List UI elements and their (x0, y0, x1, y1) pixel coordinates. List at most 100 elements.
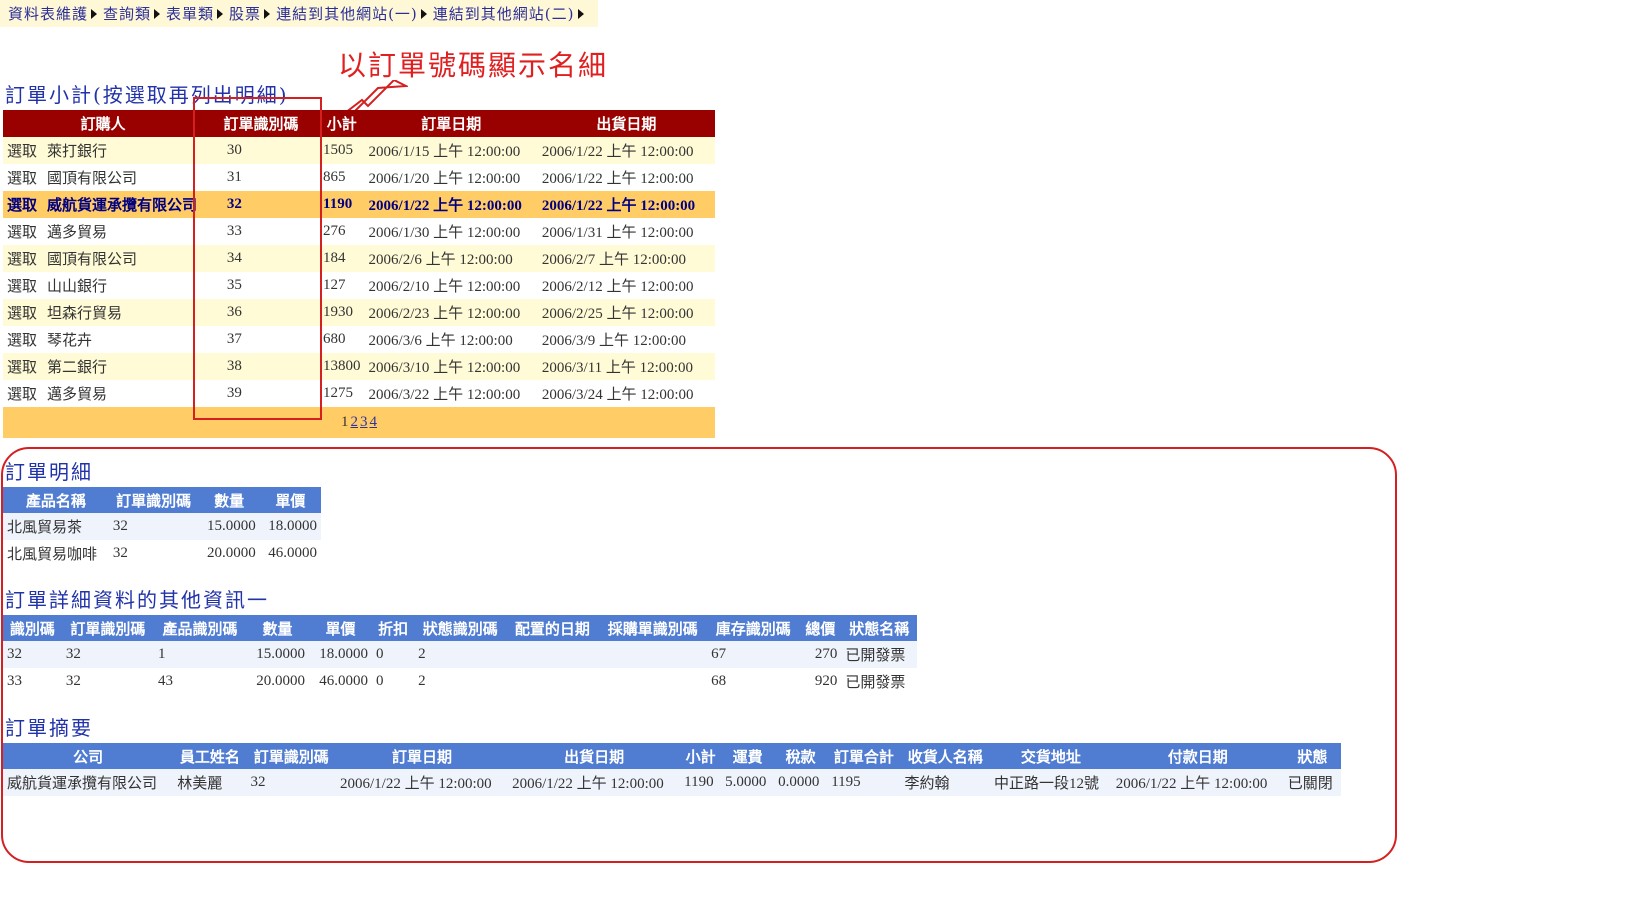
select-link[interactable]: 選取 (7, 144, 37, 160)
order-date-cell: 2006/2/23 上午 12:00:00 (364, 299, 538, 326)
order-date-cell: 2006/3/22 上午 12:00:00 (364, 380, 538, 407)
ship-date-cell: 2006/2/25 上午 12:00:00 (537, 299, 715, 326)
menu-item-label: 資料表維護 (8, 5, 89, 23)
subtotal-cell: 276 (319, 218, 365, 245)
column-header: 小計 (319, 110, 365, 137)
subtotal-cell: 680 (319, 326, 365, 353)
select-link[interactable]: 選取 (7, 225, 37, 241)
annotation-text: 以訂單號碼顯示名細 (338, 49, 609, 82)
top-menu: 資料表維護 查詢類 表單類 股票 連結到其他網站(一) 連結到其他網站(二) (0, 0, 598, 27)
menu-item-label: 股票 (229, 5, 262, 23)
customer-cell: 選取 琴花卉 (3, 326, 203, 353)
menu-item[interactable]: 表單類 (166, 3, 224, 24)
customer-cell: 選取 山山銀行 (3, 272, 203, 299)
annotation-details-box (1, 447, 1397, 863)
ship-date-cell: 2006/1/22 上午 12:00:00 (537, 137, 715, 164)
pager-current: 1 (341, 414, 349, 430)
ship-date-cell: 2006/1/31 上午 12:00:00 (537, 218, 715, 245)
ship-date-cell: 2006/2/12 上午 12:00:00 (537, 272, 715, 299)
subtotal-cell: 13800 (319, 353, 365, 380)
select-link[interactable]: 選取 (7, 252, 37, 268)
menu-item-label: 連結到其他網站(一) (276, 5, 418, 23)
annotation-id-column-box (193, 97, 322, 420)
select-link[interactable]: 選取 (7, 198, 37, 214)
customer-name: 國頂有限公司 (47, 171, 138, 187)
ship-date-cell: 2006/3/9 上午 12:00:00 (537, 326, 715, 353)
customer-cell: 選取 邁多貿易 (3, 218, 203, 245)
menu-item-label: 連結到其他網站(二) (432, 5, 575, 23)
menu-item[interactable]: 連結到其他網站(一) (276, 3, 427, 24)
customer-name: 坦森行貿易 (47, 306, 123, 322)
menu-arrow-icon (264, 8, 271, 19)
order-date-cell: 2006/3/6 上午 12:00:00 (364, 326, 538, 353)
customer-name: 山山銀行 (47, 279, 108, 295)
customer-cell: 選取 萊打銀行 (3, 137, 203, 164)
menu-item[interactable]: 查詢類 (103, 3, 161, 24)
subtotal-cell: 1930 (319, 299, 365, 326)
order-date-cell: 2006/1/15 上午 12:00:00 (364, 137, 538, 164)
menu-item[interactable]: 連結到其他網站(二) (433, 3, 584, 24)
table-row: 選取 威航貨運承攬有限公司 32 1190 2006/1/22 上午 12:00:00 2… (3, 191, 715, 218)
select-link[interactable]: 選取 (7, 360, 37, 376)
subtotal-cell: 865 (319, 164, 365, 191)
order-date-cell: 2006/2/10 上午 12:00:00 (364, 272, 538, 299)
ship-date-cell: 2006/3/11 上午 12:00:00 (537, 353, 715, 380)
menu-item[interactable]: 股票 (229, 3, 271, 24)
customer-cell: 選取 第二銀行 (3, 353, 203, 380)
subtotal-cell: 1505 (319, 137, 365, 164)
select-link[interactable]: 選取 (7, 333, 37, 349)
select-link[interactable]: 選取 (7, 387, 37, 403)
table-row: 選取 第二銀行 38 13800 2006/3/10 上午 12:00:00 2006/3… (3, 353, 715, 380)
pager-link[interactable]: 4 (370, 414, 378, 430)
customer-name: 琴花卉 (47, 333, 93, 349)
ship-date-cell: 2006/3/24 上午 12:00:00 (537, 380, 715, 407)
menu-arrow-icon (420, 8, 427, 19)
customer-cell: 選取 國頂有限公司 (3, 245, 203, 272)
customer-cell: 選取 邁多貿易 (3, 380, 203, 407)
menu-item[interactable]: 資料表維護 (8, 3, 98, 24)
column-header: 出貨日期 (537, 110, 715, 137)
ship-date-cell: 2006/1/22 上午 12:00:00 (537, 191, 715, 218)
table-row: 選取 山山銀行 35 127 2006/2/10 上午 12:00:00 2006/2/1… (3, 272, 715, 299)
customer-name: 邁多貿易 (47, 225, 108, 241)
menu-item-label: 表單類 (166, 5, 215, 23)
subtotal-cell: 1190 (319, 191, 365, 218)
menu-arrow-icon (217, 8, 224, 19)
ship-date-cell: 2006/1/22 上午 12:00:00 (537, 164, 715, 191)
customer-cell: 選取 威航貨運承攬有限公司 (3, 191, 203, 218)
select-link[interactable]: 選取 (7, 171, 37, 187)
menu-arrow-icon (154, 8, 161, 19)
subtotal-cell: 1275 (319, 380, 365, 407)
customer-name: 國頂有限公司 (47, 252, 138, 268)
customer-cell: 選取 坦森行貿易 (3, 299, 203, 326)
customer-cell: 選取 國頂有限公司 (3, 164, 203, 191)
pager-link[interactable]: 2 (351, 414, 359, 430)
subtotal-cell: 184 (319, 245, 365, 272)
table-row: 選取 國頂有限公司 31 865 2006/1/20 上午 12:00:00 2006/1… (3, 164, 715, 191)
order-date-cell: 2006/2/6 上午 12:00:00 (364, 245, 538, 272)
select-link[interactable]: 選取 (7, 279, 37, 295)
table-row: 選取 琴花卉 37 680 2006/3/6 上午 12:00:00 2006/3/9 上… (3, 326, 715, 353)
menu-item-label: 查詢類 (103, 5, 152, 23)
customer-name: 萊打銀行 (47, 144, 108, 160)
order-date-cell: 2006/1/30 上午 12:00:00 (364, 218, 538, 245)
order-date-cell: 2006/3/10 上午 12:00:00 (364, 353, 538, 380)
order-date-cell: 2006/1/20 上午 12:00:00 (364, 164, 538, 191)
order-date-cell: 2006/1/22 上午 12:00:00 (364, 191, 538, 218)
subtotal-cell: 127 (319, 272, 365, 299)
customer-name: 威航貨運承攬有限公司 (47, 198, 198, 214)
table-row: 選取 萊打銀行 30 1505 2006/1/15 上午 12:00:00 2006/1/… (3, 137, 715, 164)
pager-link[interactable]: 3 (360, 414, 368, 430)
table-row: 選取 邁多貿易 33 276 2006/1/30 上午 12:00:00 2006/1/3… (3, 218, 715, 245)
orders-table: 訂購人 訂單識別碼 小計 訂單日期 出貨日期 選取 萊打銀行 30 1505 2006/1/15… (3, 110, 715, 438)
select-link[interactable]: 選取 (7, 306, 37, 322)
table-row: 選取 國頂有限公司 34 184 2006/2/6 上午 12:00:00 2006/2/… (3, 245, 715, 272)
ship-date-cell: 2006/2/7 上午 12:00:00 (537, 245, 715, 272)
table-row: 選取 邁多貿易 39 1275 2006/3/22 上午 12:00:00 2006/3/… (3, 380, 715, 407)
column-header: 訂單日期 (364, 110, 538, 137)
pager: 1234 (3, 407, 715, 438)
customer-name: 邁多貿易 (47, 387, 108, 403)
column-header: 訂購人 (3, 110, 203, 137)
menu-arrow-icon (577, 8, 584, 19)
menu-arrow-icon (91, 8, 98, 19)
